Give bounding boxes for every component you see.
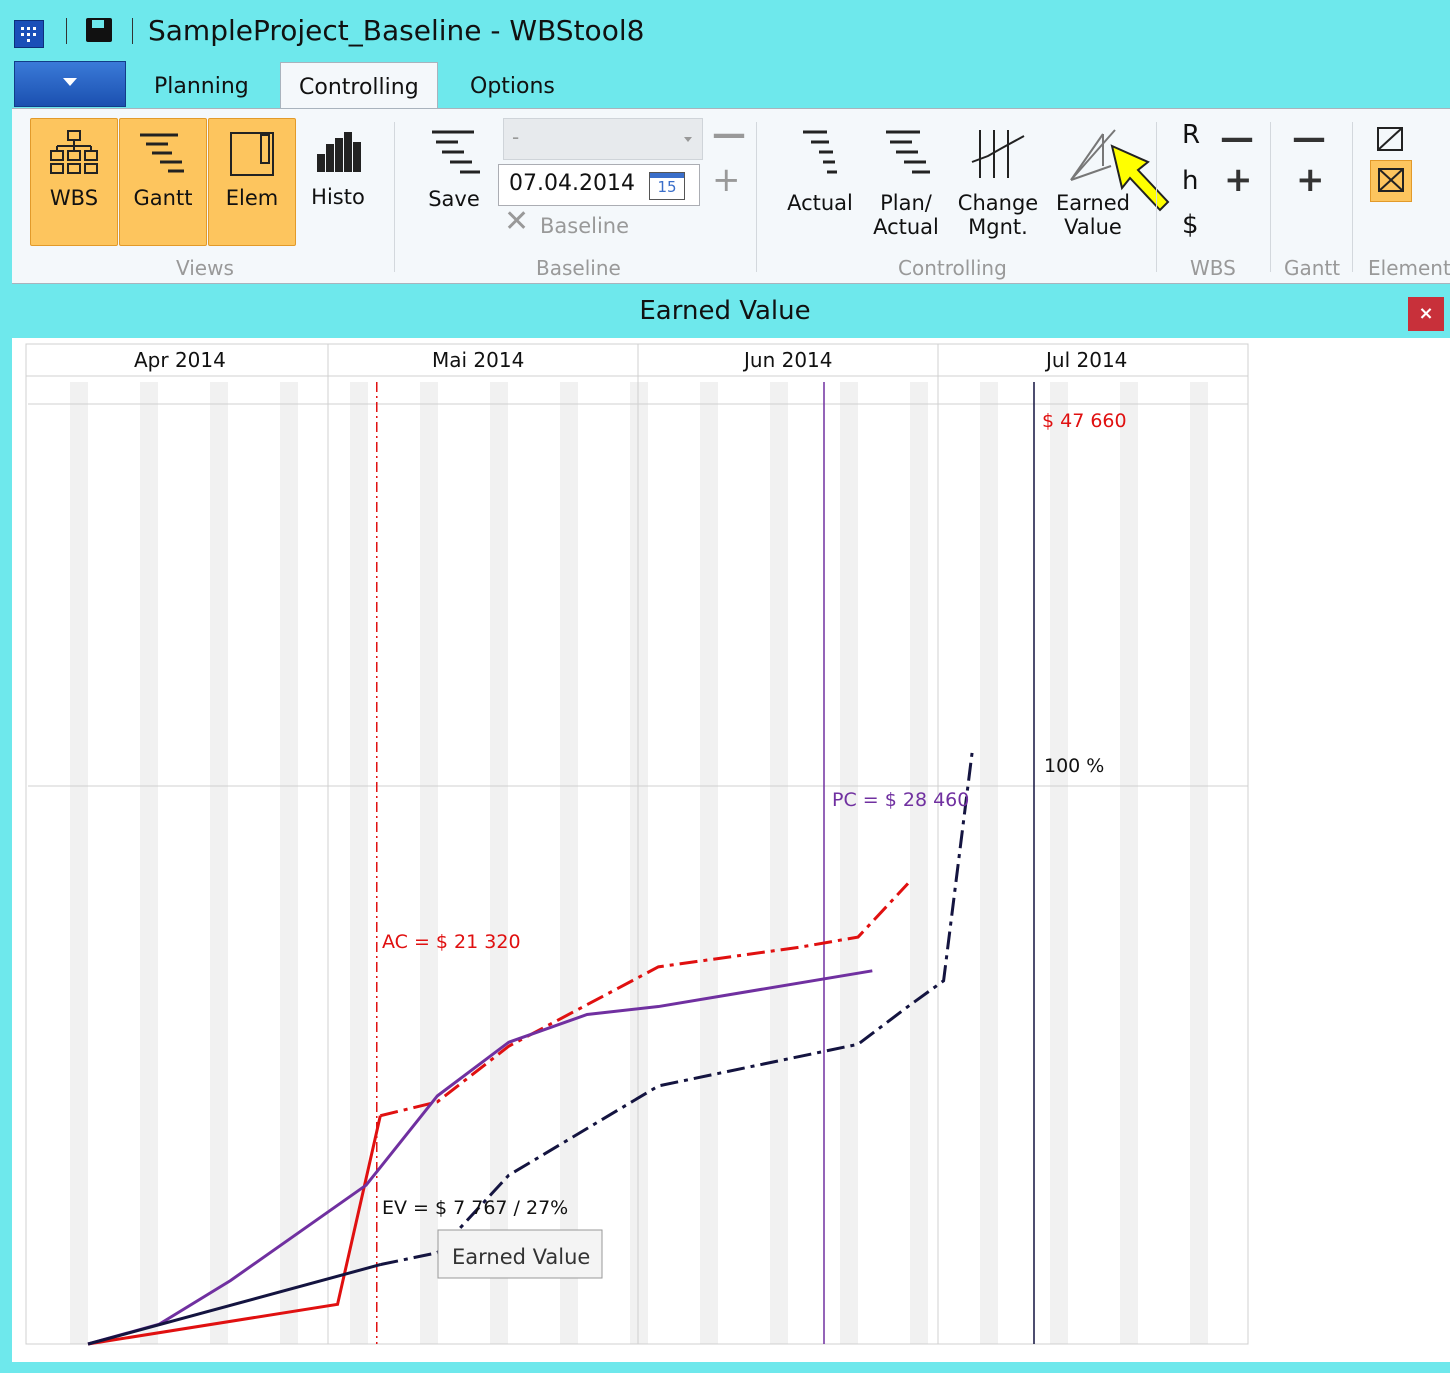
group-separator	[1270, 122, 1271, 272]
series-ev-forecast-line	[380, 752, 974, 1267]
crossed-box-button[interactable]	[1370, 160, 1412, 202]
plus-icon[interactable]: +	[1296, 160, 1325, 200]
month-label: Jul 2014	[1046, 348, 1128, 372]
week-stripe	[70, 382, 88, 1344]
week-stripe	[140, 382, 158, 1344]
tooltip-text: Earned Value	[452, 1245, 590, 1269]
earned-value-chart: $ 47 660 100 % PC = $ 28 460 AC = $ 21 320 E…	[25, 343, 1249, 1346]
actual-icon	[803, 130, 837, 174]
wbs-tree-icon	[50, 130, 98, 174]
baseline-combo[interactable]: -	[503, 118, 703, 160]
series-pc-line	[87, 969, 873, 1346]
group-separator	[756, 122, 757, 272]
week-stripe	[1190, 382, 1208, 1344]
actual-button[interactable]: Actual	[780, 118, 860, 248]
wbs-r-button[interactable]: R	[1182, 120, 1200, 150]
wbs-group-label: WBS	[1190, 256, 1236, 280]
app-icon[interactable]	[14, 20, 44, 48]
empty-box-icon[interactable]	[1374, 124, 1406, 154]
baseline-date-input[interactable]: 07.04.2014 15	[498, 164, 700, 206]
wbs-h-button[interactable]: h	[1182, 166, 1198, 196]
histogram-label: Histo	[311, 185, 365, 209]
minus-icon[interactable]: —	[712, 114, 746, 154]
total-cost-label: $ 47 660	[1042, 410, 1127, 432]
controlling-group-label: Controlling	[898, 256, 1007, 280]
group-separator	[1156, 122, 1157, 272]
plan-actual-icon	[886, 130, 930, 174]
element-group-label: Element	[1368, 256, 1450, 280]
element-view-label: Elem	[225, 186, 279, 210]
delete-baseline-button[interactable]: ✕ Baseline	[504, 204, 634, 244]
week-stripe	[350, 382, 368, 1344]
wbs-view-label: WBS	[49, 186, 99, 210]
close-icon: ✕	[504, 204, 530, 239]
crossed-box-icon	[1378, 168, 1404, 192]
ev-label: EV = $ 7 767 / 27%	[382, 1197, 568, 1219]
gantt-group-label: Gantt	[1284, 256, 1341, 280]
gantt-view-button[interactable]: Gantt	[119, 118, 207, 246]
minus-icon[interactable]: —	[1292, 118, 1326, 158]
week-stripe	[700, 382, 718, 1344]
week-stripe	[280, 382, 298, 1344]
close-panel-button[interactable]: ×	[1408, 297, 1444, 331]
save-baseline-label: Save	[428, 187, 480, 211]
save-icon[interactable]	[86, 18, 112, 42]
month-label: Apr 2014	[134, 348, 226, 372]
plan-actual-button[interactable]: Plan/Actual	[864, 118, 948, 248]
group-separator	[1352, 122, 1353, 272]
wbs-dollar-button[interactable]: $	[1182, 210, 1199, 240]
series-ac-actual-line	[87, 1115, 382, 1346]
week-stripe	[210, 382, 228, 1344]
app-menu-button[interactable]	[14, 61, 126, 107]
actual-label: Actual	[787, 191, 853, 215]
hundred-percent-label: 100 %	[1044, 755, 1104, 777]
histogram-button[interactable]: Histo	[298, 118, 378, 244]
mouse-cursor-icon	[1110, 144, 1170, 212]
change-management-icon	[971, 130, 1025, 178]
gantt-icon	[140, 133, 184, 173]
save-baseline-button[interactable]: Save	[412, 118, 496, 230]
gantt-view-label: Gantt	[133, 186, 193, 210]
panel-title: Earned Value	[639, 296, 811, 326]
week-stripe	[910, 382, 928, 1344]
week-stripe	[770, 382, 788, 1344]
element-icon	[230, 132, 274, 176]
wbs-view-button[interactable]: WBS	[30, 118, 118, 246]
plus-icon[interactable]: +	[712, 160, 741, 200]
week-stripe	[630, 382, 648, 1344]
baseline-combo-value: -	[512, 125, 520, 149]
change-management-button[interactable]: Change Mgnt.	[952, 118, 1044, 248]
plus-icon[interactable]: +	[1224, 160, 1253, 200]
week-stripe	[980, 382, 998, 1344]
tab-options[interactable]: Options	[470, 74, 555, 99]
week-stripe	[1050, 382, 1068, 1344]
week-stripe	[1120, 382, 1138, 1344]
save-baseline-icon	[432, 130, 480, 174]
title-separator	[66, 18, 67, 44]
tab-planning[interactable]: Planning	[154, 74, 249, 99]
plan-actual-label: Plan/Actual	[873, 191, 939, 239]
element-view-button[interactable]: Elem	[208, 118, 296, 246]
week-stripe	[840, 382, 858, 1344]
calendar-icon[interactable]: 15	[649, 172, 685, 200]
group-separator	[394, 122, 395, 272]
ac-label: AC = $ 21 320	[382, 931, 521, 953]
delete-baseline-label: Baseline	[540, 214, 630, 238]
pc-label: PC = $ 28 460	[832, 789, 969, 811]
month-label: Mai 2014	[432, 348, 525, 372]
chart-area: $ 47 660 100 % PC = $ 28 460 AC = $ 21 320 E…	[12, 338, 1450, 1362]
window-title: SampleProject_Baseline - WBStool8	[148, 14, 645, 47]
chevron-down-icon	[684, 137, 692, 142]
minus-icon[interactable]: —	[1220, 118, 1254, 158]
histogram-icon	[317, 132, 361, 172]
baseline-date-value: 07.04.2014	[509, 171, 635, 196]
title-separator	[132, 18, 133, 44]
views-group-label: Views	[176, 256, 234, 280]
baseline-group-label: Baseline	[536, 256, 621, 280]
tab-controlling[interactable]: Controlling	[280, 62, 438, 110]
month-label: Jun 2014	[744, 348, 833, 372]
change-management-label: Change Mgnt.	[957, 191, 1039, 239]
